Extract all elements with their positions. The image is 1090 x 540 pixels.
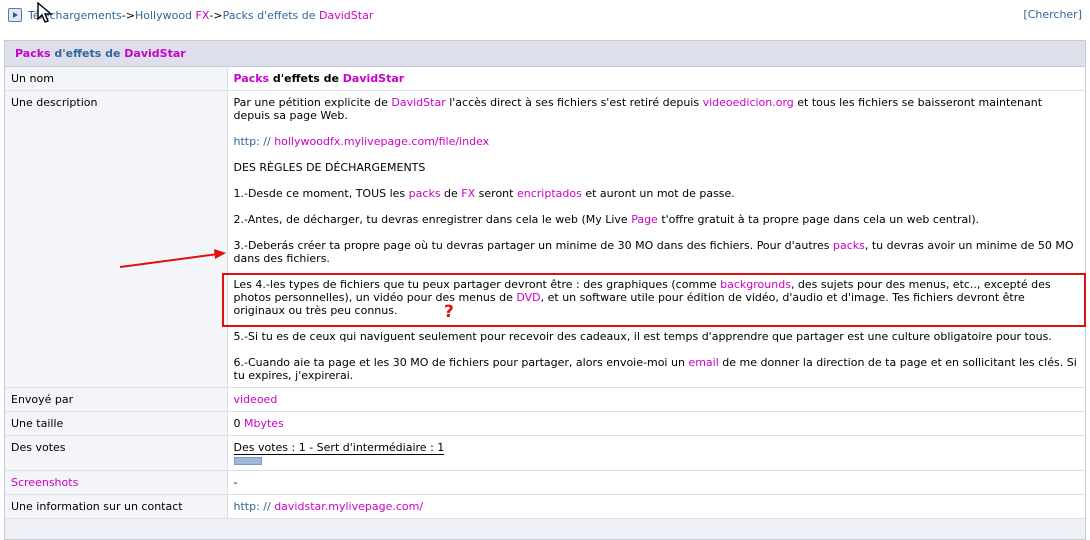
breadcrumb-fx-text: FX	[195, 8, 210, 22]
row-size: Une taille 0 Mbytes	[5, 411, 1085, 436]
mouse-cursor-icon	[37, 2, 53, 23]
text: http: //	[233, 135, 275, 148]
name-middle: d'effets de	[269, 72, 343, 85]
value-sent-by: videoed	[227, 387, 1085, 412]
value-votes: Des votes : 1 - Sert d'intermédiaire : 1	[227, 435, 1085, 471]
row-description: Une description Par une pétition explici…	[5, 90, 1085, 388]
breadcrumb-separator: ->	[209, 8, 223, 22]
rule-4: Les 4.-les types de fichiers que tu peux…	[234, 278, 1080, 317]
packs-link[interactable]: packs	[833, 239, 865, 252]
author-link[interactable]: videoed	[234, 393, 278, 406]
breadcrumb-current-link[interactable]: Packs d'effets de DavidStar	[223, 9, 374, 22]
description-paragraph: Par une pétition explicite de DavidStar …	[234, 96, 1080, 122]
label-sent-by: Envoyé par	[5, 387, 228, 412]
breadcrumb: Téléchargements -> Hollywood FX -> Packs…	[8, 8, 373, 22]
dvd-link[interactable]: DVD	[516, 291, 540, 304]
breadcrumb-hollywood-text: Hollywood	[134, 8, 196, 22]
screenshots-link[interactable]: Screenshots	[11, 476, 78, 489]
row-name: Un nom Packs d'effets de DavidStar	[5, 67, 1085, 91]
encriptados-link[interactable]: encriptados	[517, 187, 582, 200]
text: 2.-Antes, de décharger, tu devras enregi…	[233, 213, 632, 226]
contact-link[interactable]: davidstar.mylivepage.com/	[274, 500, 423, 513]
contact-prefix: http: //	[233, 500, 275, 513]
label-screenshots: Screenshots	[5, 470, 228, 495]
text: 1.-Desde ce moment, TOUS les	[233, 187, 409, 200]
search-link[interactable]: [Chercher]	[1023, 8, 1082, 21]
rating-bar	[233, 457, 262, 465]
label-votes: Des votes	[5, 435, 228, 471]
text: et auront un mot de passe.	[581, 187, 735, 200]
text: de	[440, 187, 462, 200]
rule-1: 1.-Desde ce moment, TOUS les packs de FX…	[234, 187, 1080, 200]
home-icon[interactable]	[8, 8, 22, 22]
text: seront	[475, 187, 517, 200]
value-screenshots: -	[227, 470, 1085, 495]
value-size: 0 Mbytes	[227, 411, 1085, 436]
value-contact: http: // davidstar.mylivepage.com/	[227, 494, 1085, 519]
packs-link[interactable]: packs	[409, 187, 441, 200]
label-name: Un nom	[5, 67, 228, 91]
rule-5: 5.-Si tu es de ceux qui naviguent seulem…	[233, 330, 1052, 343]
label-size: Une taille	[5, 411, 228, 436]
label-description: Une description	[5, 90, 228, 388]
panel-title-davidstar: DavidStar	[124, 47, 186, 60]
row-votes: Des votes Des votes : 1 - Sert d'intermé…	[5, 435, 1085, 471]
page-link[interactable]: Page	[631, 213, 658, 226]
name-packs: Packs	[233, 72, 270, 85]
text: 6.-Cuando aie ta page et les 30 MO de fi…	[233, 356, 689, 369]
row-screenshots: Screenshots -	[5, 470, 1085, 495]
davidstar-link[interactable]: DavidStar	[391, 96, 445, 109]
fx-link[interactable]: FX	[461, 187, 475, 200]
breadcrumb-davidstar-text: DavidStar	[319, 8, 374, 22]
email-link[interactable]: email	[688, 356, 718, 369]
panel-title-packs: Packs	[15, 47, 51, 60]
backgrounds-link[interactable]: backgrounds	[720, 278, 791, 291]
value-description: Par une pétition explicite de DavidStar …	[227, 90, 1085, 388]
details-table: Un nom Packs d'effets de DavidStar Une d…	[5, 67, 1085, 519]
breadcrumb-separator: ->	[121, 8, 135, 22]
text: t'offre gratuit à ta propre page dans ce…	[657, 213, 980, 226]
votes-text: Des votes : 1 - Sert d'intermédiaire : 1	[233, 441, 445, 455]
panel-title-middle: d'effets de	[50, 47, 125, 60]
text: Par une pétition explicite de	[233, 96, 392, 109]
annotation-question-mark: ?	[444, 302, 454, 322]
details-panel: Packs d'effets de DavidStar Un nom Packs…	[4, 40, 1086, 540]
panel-title: Packs d'effets de DavidStar	[5, 41, 1085, 67]
text: l'accès direct à ses fichiers s'est reti…	[445, 96, 703, 109]
rule-2: 2.-Antes, de décharger, tu devras enregi…	[234, 213, 1080, 226]
hollywoodfx-link[interactable]: hollywoodfx.mylivepage.com/file/index	[274, 135, 489, 148]
text: Les 4.-les types de fichiers que tu peux…	[233, 278, 721, 291]
name-davidstar: DavidStar	[342, 72, 405, 85]
size-unit: Mbytes	[244, 417, 284, 430]
rule-3: 3.-Deberás créer ta propre page où tu de…	[234, 239, 1080, 265]
row-contact: Une information sur un contact http: // …	[5, 494, 1085, 519]
text: 3.-Deberás créer ta propre page où tu de…	[233, 239, 833, 252]
value-name: Packs d'effets de DavidStar	[227, 67, 1085, 91]
description-paragraph: http: // hollywoodfx.mylivepage.com/file…	[234, 135, 1080, 148]
rules-heading: DES RÈGLES DE DÉCHARGEMENTS	[233, 161, 426, 174]
videoedicion-link[interactable]: videoedicion.org	[703, 96, 794, 109]
row-sent-by: Envoyé par videoed	[5, 387, 1085, 412]
rule-6: 6.-Cuando aie ta page et les 30 MO de fi…	[234, 356, 1080, 382]
breadcrumb-current-text: Packs d'effets de	[222, 8, 320, 22]
breadcrumb-hollywood-link[interactable]: Hollywood FX	[135, 9, 209, 22]
label-contact: Une information sur un contact	[5, 494, 228, 519]
top-bar: Téléchargements -> Hollywood FX -> Packs…	[0, 0, 1090, 34]
size-number: 0	[233, 417, 244, 430]
